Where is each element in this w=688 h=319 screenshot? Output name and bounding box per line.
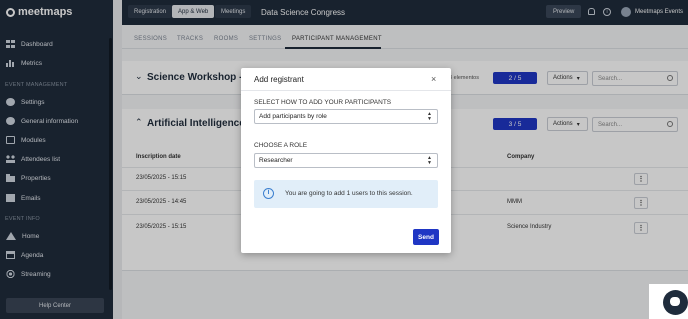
select-arrows-icon: ▲ ▼: [427, 111, 432, 122]
send-button[interactable]: Send: [413, 229, 439, 245]
modal-title: Add registrant: [254, 75, 304, 84]
info-message-box: i You are going to add 1 users to this s…: [254, 180, 438, 208]
select-arrows-icon: ▲ ▼: [427, 155, 432, 166]
add-method-select[interactable]: Add participants by role ▲ ▼: [254, 109, 438, 124]
choose-role-label: CHOOSE A ROLE: [254, 142, 308, 149]
chat-icon[interactable]: [663, 290, 688, 315]
add-registrant-modal: Add registrant × SELECT HOW TO ADD YOUR …: [241, 68, 451, 253]
how-to-add-label: SELECT HOW TO ADD YOUR PARTICIPANTS: [254, 99, 392, 106]
info-icon: i: [263, 188, 274, 199]
info-message: You are going to add 1 users to this ses…: [285, 190, 413, 197]
role-value: Researcher: [259, 157, 293, 164]
add-method-value: Add participants by role: [259, 113, 327, 120]
role-select[interactable]: Researcher ▲ ▼: [254, 153, 438, 168]
close-icon[interactable]: ×: [431, 74, 436, 84]
modal-divider: [241, 90, 451, 91]
